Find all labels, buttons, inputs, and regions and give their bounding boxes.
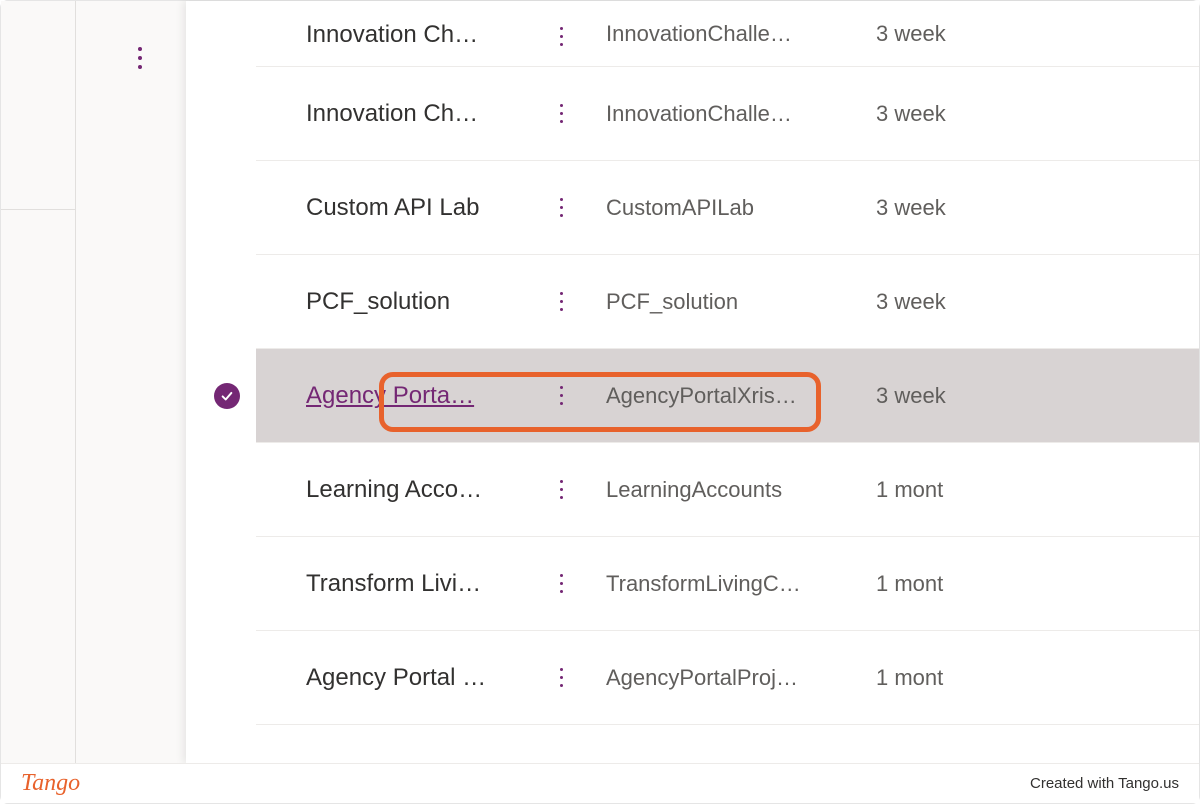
internal-name-cell: TransformLivingC… bbox=[606, 571, 876, 597]
modified-time-cell: 3 week bbox=[876, 289, 1199, 315]
kebab-dot bbox=[560, 394, 563, 397]
row-actions-cell bbox=[516, 474, 606, 505]
kebab-dot bbox=[138, 47, 142, 51]
left-sidebar: n bbox=[1, 1, 76, 763]
row-more-menu[interactable] bbox=[554, 286, 569, 317]
created-with-label: Created with Tango.us bbox=[1030, 775, 1179, 792]
kebab-dot bbox=[560, 206, 563, 209]
row-actions-cell bbox=[516, 98, 606, 129]
tango-logo: Tango bbox=[21, 770, 80, 797]
sidebar-secondary-panel bbox=[76, 1, 186, 763]
row-more-menu[interactable] bbox=[554, 98, 569, 129]
kebab-dot bbox=[560, 488, 563, 491]
internal-name-cell: AgencyPortalXris… bbox=[606, 383, 876, 409]
kebab-dot bbox=[560, 496, 563, 499]
kebab-dot bbox=[560, 27, 563, 30]
internal-name-cell: LearningAccounts bbox=[606, 477, 876, 503]
table-row[interactable]: Innovation Ch… InnovationChalle…3 week bbox=[256, 67, 1199, 161]
main-content-panel: Innovation Ch…InnovationChalle…3 weekInn… bbox=[186, 1, 1199, 763]
row-actions-cell bbox=[516, 192, 606, 223]
table-row[interactable]: PCF_solutionPCF_solution3 week bbox=[256, 255, 1199, 349]
sidebar-divider bbox=[1, 209, 75, 210]
solution-name-cell[interactable]: Innovation Ch… bbox=[256, 100, 516, 128]
modified-time-cell: 3 week bbox=[876, 383, 1199, 409]
checkmark-circle-icon bbox=[214, 383, 240, 409]
row-more-menu[interactable] bbox=[554, 192, 569, 223]
solution-name-cell[interactable]: PCF_solution bbox=[256, 288, 516, 316]
row-actions-cell bbox=[516, 286, 606, 317]
internal-name-cell: InnovationChalle… bbox=[606, 21, 876, 47]
table-row[interactable]: Innovation Ch… InnovationChalle…3 week bbox=[256, 1, 1199, 67]
modified-time-cell: 1 mont bbox=[876, 477, 1199, 503]
footer: Tango Created with Tango.us bbox=[1, 763, 1199, 803]
internal-name-cell: AgencyPortalProj… bbox=[606, 665, 876, 691]
kebab-dot bbox=[560, 402, 563, 405]
kebab-dot bbox=[560, 292, 563, 295]
table-row[interactable]: Agency Portal … AgencyPortalProj…1 mont bbox=[256, 631, 1199, 725]
solution-name-cell[interactable]: Custom API Lab bbox=[256, 194, 516, 222]
row-actions-cell bbox=[516, 380, 606, 411]
kebab-dot bbox=[560, 43, 563, 46]
row-more-menu[interactable] bbox=[554, 568, 569, 599]
row-actions-cell bbox=[516, 21, 606, 52]
solution-name-cell[interactable]: Agency Porta… bbox=[256, 382, 516, 410]
row-more-menu[interactable] bbox=[554, 380, 569, 411]
kebab-dot bbox=[560, 214, 563, 217]
table-row[interactable]: Agency Porta… AgencyPortalXris…3 week bbox=[256, 349, 1199, 443]
row-actions-cell bbox=[516, 568, 606, 599]
kebab-dot bbox=[560, 104, 563, 107]
internal-name-cell: InnovationChalle… bbox=[606, 101, 876, 127]
sidebar-truncated-panel: n bbox=[1, 1, 11, 763]
modified-time-cell: 3 week bbox=[876, 101, 1199, 127]
kebab-dot bbox=[560, 668, 563, 671]
kebab-dot bbox=[560, 300, 563, 303]
solution-name-cell[interactable]: Innovation Ch… bbox=[256, 21, 516, 49]
row-selection-indicator[interactable] bbox=[209, 378, 245, 414]
kebab-dot bbox=[560, 35, 563, 38]
kebab-dot bbox=[560, 308, 563, 311]
table-row[interactable]: Transform Livi… TransformLivingC…1 mont bbox=[256, 537, 1199, 631]
row-actions-cell bbox=[516, 662, 606, 693]
kebab-dot bbox=[560, 480, 563, 483]
kebab-dot bbox=[560, 582, 563, 585]
kebab-dot bbox=[560, 676, 563, 679]
table-row[interactable]: Learning Acco… LearningAccounts1 mont bbox=[256, 443, 1199, 537]
kebab-dot bbox=[560, 120, 563, 123]
app-window: n Innovation Ch…InnovationChalle…3 weekI… bbox=[1, 1, 1199, 763]
internal-name-cell: CustomAPILab bbox=[606, 195, 876, 221]
sidebar-more-menu[interactable] bbox=[128, 43, 152, 73]
kebab-dot bbox=[560, 574, 563, 577]
kebab-dot bbox=[138, 65, 142, 69]
solutions-table: Innovation Ch…InnovationChalle…3 weekInn… bbox=[256, 1, 1199, 763]
modified-time-cell: 3 week bbox=[876, 21, 1199, 47]
row-more-menu[interactable] bbox=[554, 474, 569, 505]
modified-time-cell: 1 mont bbox=[876, 665, 1199, 691]
solution-name-cell[interactable]: Transform Livi… bbox=[256, 570, 516, 598]
modified-time-cell: 3 week bbox=[876, 195, 1199, 221]
row-more-menu[interactable] bbox=[554, 662, 569, 693]
kebab-dot bbox=[138, 56, 142, 60]
kebab-dot bbox=[560, 198, 563, 201]
kebab-dot bbox=[560, 684, 563, 687]
solution-name-cell[interactable]: Learning Acco… bbox=[256, 476, 516, 504]
modified-time-cell: 1 mont bbox=[876, 571, 1199, 597]
kebab-dot bbox=[560, 386, 563, 389]
row-more-menu[interactable] bbox=[554, 21, 569, 52]
table-row[interactable]: Custom API Lab CustomAPILab3 week bbox=[256, 161, 1199, 255]
kebab-dot bbox=[560, 590, 563, 593]
internal-name-cell: PCF_solution bbox=[606, 289, 876, 315]
solution-name-cell[interactable]: Agency Portal … bbox=[256, 664, 516, 692]
kebab-dot bbox=[560, 112, 563, 115]
